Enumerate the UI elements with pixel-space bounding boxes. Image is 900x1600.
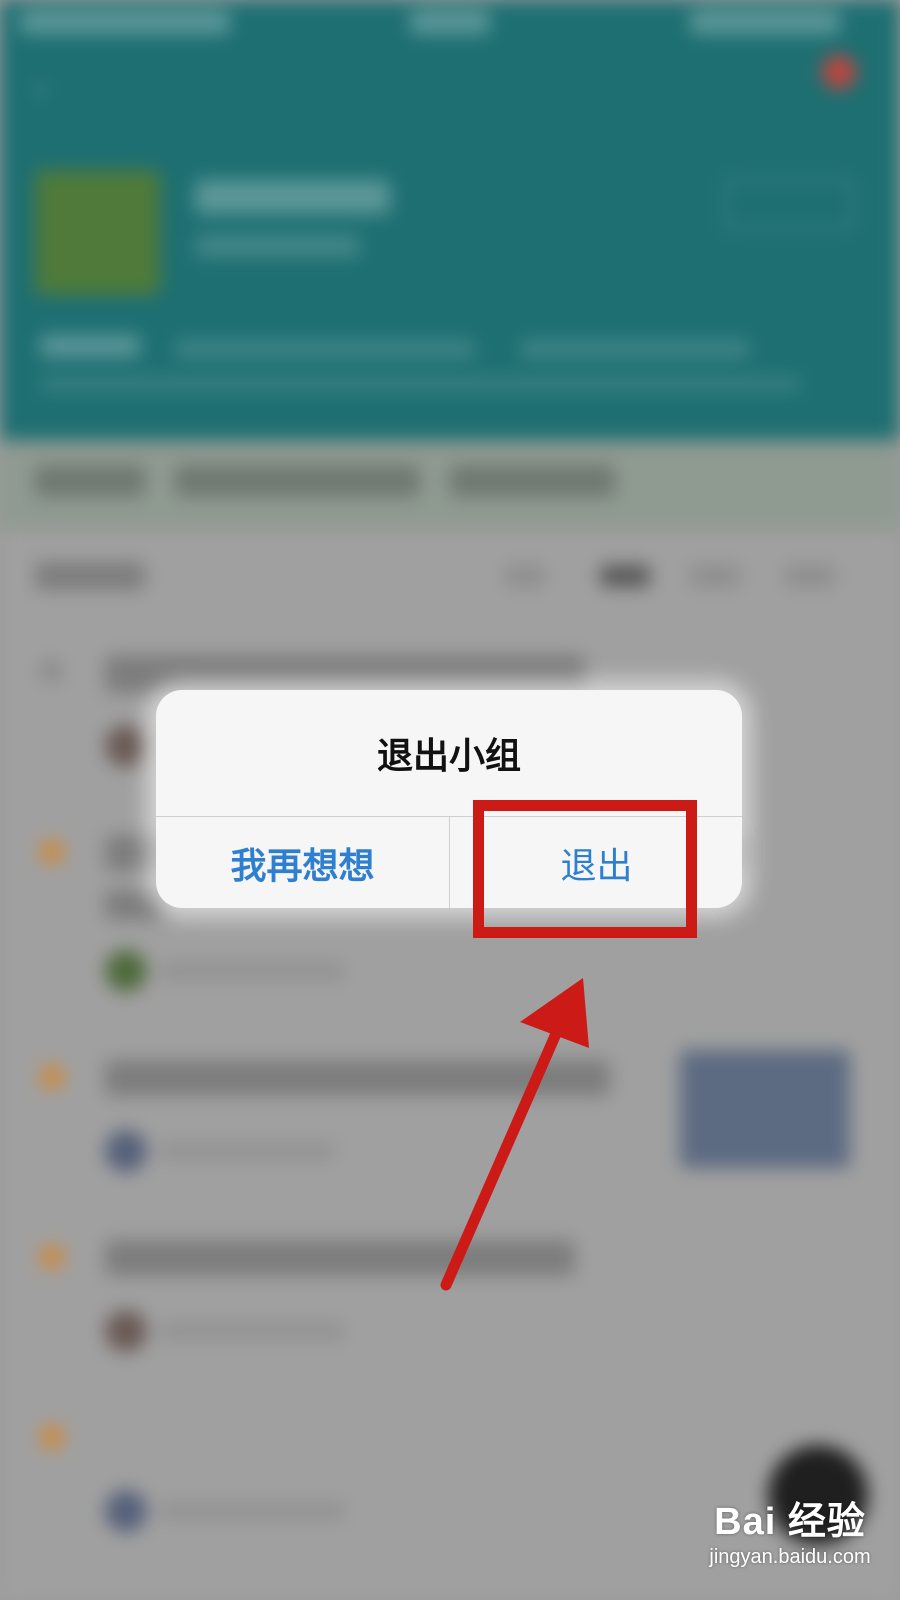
rank-icon bbox=[40, 660, 62, 682]
baidu-jingyan-watermark: Bai 经验 jingyan.baidu.com bbox=[690, 1500, 890, 1590]
post-title[interactable] bbox=[105, 1060, 610, 1096]
rank-icon bbox=[40, 1245, 64, 1269]
group-intro-line-3 bbox=[40, 375, 800, 393]
pinned-title-2 bbox=[450, 465, 615, 497]
pinned-strip bbox=[0, 440, 900, 530]
post-meta bbox=[160, 962, 345, 980]
status-bar-left bbox=[20, 10, 230, 34]
post-meta bbox=[160, 1322, 345, 1340]
pinned-tag bbox=[35, 465, 145, 497]
post-meta bbox=[160, 1142, 335, 1160]
rank-icon bbox=[40, 1065, 64, 1089]
joined-button[interactable] bbox=[725, 178, 854, 230]
status-bar-time bbox=[410, 10, 490, 34]
dialog-title: 退出小组 bbox=[376, 736, 521, 777]
sort-tab-active[interactable] bbox=[600, 565, 650, 587]
pinned-title bbox=[175, 465, 420, 497]
list-heading bbox=[35, 562, 145, 590]
group-name bbox=[195, 180, 390, 214]
sort-tab[interactable] bbox=[690, 565, 740, 587]
watermark-url: jingyan.baidu.com bbox=[709, 1546, 871, 1568]
watermark-logo: Bai 经验 bbox=[714, 1501, 866, 1543]
avatar bbox=[105, 725, 147, 767]
rank-icon bbox=[40, 1425, 64, 1449]
filter-icon[interactable] bbox=[505, 565, 545, 587]
group-intro-line-1 bbox=[175, 340, 475, 358]
group-intro-line-2 bbox=[520, 340, 750, 358]
group-meta bbox=[195, 235, 360, 257]
avatar bbox=[105, 950, 147, 992]
post-title[interactable] bbox=[105, 655, 585, 693]
avatar bbox=[105, 1310, 147, 1352]
notification-dot-icon[interactable] bbox=[822, 55, 856, 89]
cancel-button[interactable]: 我再想想 bbox=[156, 817, 449, 908]
group-avatar-icon bbox=[35, 170, 160, 295]
group-tag bbox=[40, 335, 140, 357]
avatar bbox=[105, 1130, 147, 1172]
highlight-box bbox=[473, 800, 697, 938]
avatar bbox=[105, 1490, 147, 1532]
status-bar-right bbox=[690, 10, 840, 34]
rank-icon bbox=[40, 840, 64, 864]
post-meta bbox=[160, 1502, 345, 1520]
sort-tab[interactable] bbox=[785, 565, 835, 587]
post-title[interactable] bbox=[105, 1240, 575, 1276]
back-arrow-icon[interactable]: ‹ bbox=[35, 72, 46, 105]
group-header: ‹ bbox=[0, 0, 900, 440]
post-thumbnail[interactable] bbox=[680, 1050, 850, 1168]
